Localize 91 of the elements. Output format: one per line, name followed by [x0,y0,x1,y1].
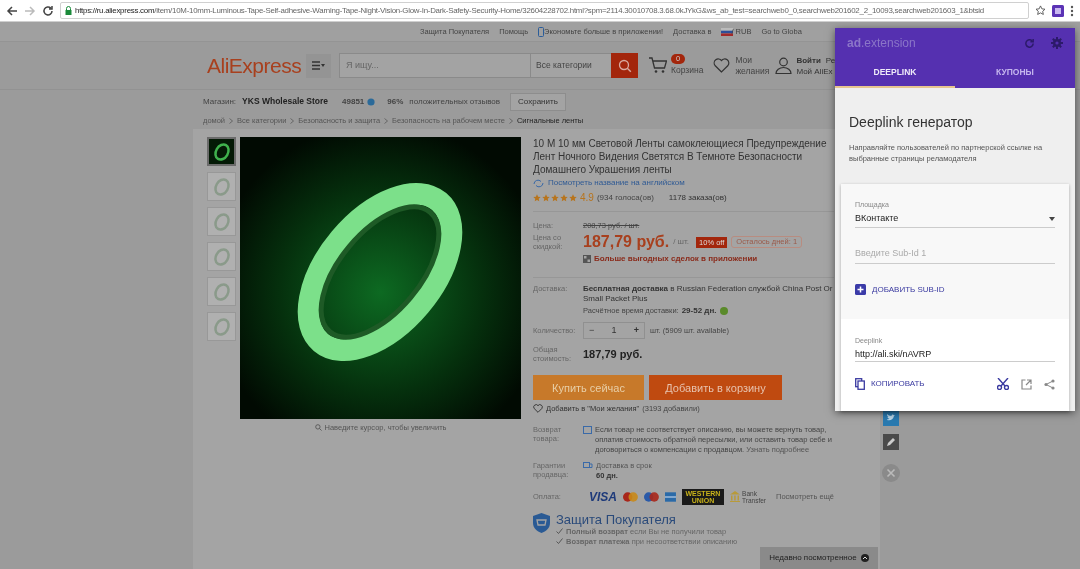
cart-icon[interactable] [649,57,667,74]
share-icon[interactable] [1044,378,1055,390]
forward-icon[interactable] [24,4,36,17]
back-icon[interactable] [6,4,18,17]
heart-icon[interactable] [713,58,731,73]
medal-icon [367,97,376,106]
tab[interactable]: DEEPLINK [835,58,955,88]
plus-icon [855,284,866,295]
aliexpress-logo[interactable]: AliExpress [207,49,300,82]
bank-icon [730,491,741,502]
save-store-button[interactable]: Сохранить [510,92,566,111]
tab[interactable]: КУПОНЫ [955,58,1075,88]
help-icon [719,307,728,316]
orders-count: 1178 заказа(ов) [668,191,727,204]
qr-code-icon [583,255,591,264]
address-bar[interactable] [60,2,1029,19]
extension-icon[interactable] [1052,4,1064,17]
star-icon[interactable] [1035,5,1046,16]
heart-icon [533,404,543,414]
categories-menu-button[interactable] [306,53,331,78]
menu-icon [312,61,325,70]
external-link-icon[interactable] [1021,378,1032,390]
feedback-text[interactable]: положительных отзывов [409,95,501,108]
product-thumbnail[interactable] [207,207,236,236]
product-thumbnail[interactable] [207,137,236,166]
chevron-up-icon [860,554,869,562]
feedback-percent: 96% [387,95,404,108]
product-thumbnail[interactable] [207,172,236,201]
quantity-value: 1 [611,324,617,337]
shipping-method-dropdown[interactable]: Small Packet Plus [583,294,834,305]
chevron-icon [384,118,389,124]
product-title: 10 М 10 мм Световой Ленты самоклеющиеся Предупреждение Лент Ночного Видения Светятся В Темноте Безопасности Домашнего Украшения ленты [533,137,828,176]
shield-icon [533,512,550,533]
buyer-protection-title: Защита Покупателя [556,512,676,527]
chevron-icon [290,118,295,124]
add-subid-button[interactable]: ДОБАВИТЬ SUB-ID [855,282,1055,297]
more-icon[interactable] [1070,4,1074,17]
visa-logo: VISA [589,490,617,503]
search-icon [617,58,632,73]
deeplink-field[interactable]: http://ali.ski/nAVRP [855,346,1055,362]
card-logo-icon [664,490,676,503]
chevron-icon [508,118,513,124]
register-link[interactable]: Ре [825,54,836,66]
product-thumbnail[interactable] [207,242,236,271]
rating-score: 4.9 [580,191,594,205]
returns-icon [583,425,592,434]
caret-icon [1049,216,1055,221]
close-icon[interactable] [882,464,900,482]
product-thumbnail[interactable] [207,277,236,306]
add-to-cart-button[interactable]: Добавить в корзину [649,375,782,401]
delivery-info: Бесплатная доставка в Russian Federation службой China Post Or [583,284,834,295]
copy-icon [855,378,865,390]
wishlist-link[interactable]: Мои желания [735,54,770,77]
truck-icon [583,461,593,470]
store-label: Магазин: [203,95,237,108]
flag-icon [721,27,734,36]
votes-count[interactable]: (934 голоса(ов) [596,191,654,204]
plus-button[interactable]: + [633,324,639,338]
account-link[interactable]: Мой AliEx [796,65,836,77]
chevron-icon [229,118,234,124]
sale-price: 187,79 руб. [583,233,670,252]
extension-brand: ad.extension [847,35,917,52]
generator-title: Deeplink генератор [849,113,974,132]
translate-link[interactable]: Посмотреть название на английском [548,177,685,189]
estimate-days: 29-52 дн. [681,306,717,317]
translate-icon [533,178,544,188]
quantity-stepper[interactable]: − 1 + [583,322,645,340]
store-name[interactable]: YKS Wholesale Store [242,95,329,108]
magnifier-icon [314,424,322,432]
lock-icon [65,6,72,15]
login-link[interactable]: Войти [796,54,821,66]
user-icon[interactable] [775,57,793,74]
buy-now-button[interactable]: Купить сейчас [533,375,644,401]
search-button[interactable] [611,53,638,78]
phone-icon [538,26,545,37]
minus-button[interactable]: − [589,324,595,338]
reload-icon[interactable] [42,4,54,17]
category-dropdown[interactable]: Все категории [531,53,611,78]
store-score: 49851 [342,95,365,108]
subid-field[interactable]: Введите Sub-Id 1 [855,243,1055,264]
platform-dropdown[interactable]: ВКонтакте [855,210,1055,228]
cart-link[interactable]: Корзина [671,64,704,77]
product-thumbnail[interactable] [207,312,236,341]
app-deals-link[interactable]: Больше выгодных сделок в приложении [594,253,758,266]
card-logo-icon [623,490,638,503]
scissors-icon[interactable] [997,378,1009,390]
total-price: 187,79 руб. [583,347,643,362]
card-logo-icon [643,490,659,503]
copy-button[interactable]: КОПИРОВАТЬ [855,378,925,390]
recently-viewed-button[interactable]: Недавно посмотренное [760,547,878,569]
pencil-icon[interactable] [883,434,899,450]
